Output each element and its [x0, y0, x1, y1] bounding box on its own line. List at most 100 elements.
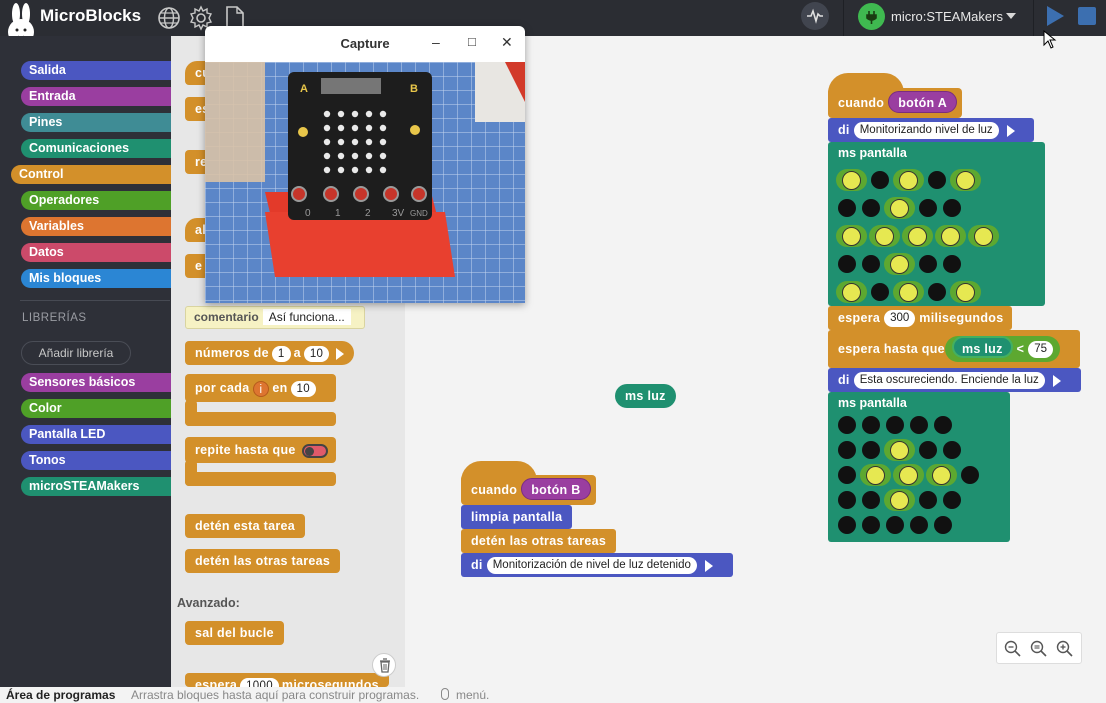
led-off[interactable]	[917, 253, 939, 275]
led-on[interactable]	[893, 464, 924, 486]
category-pines[interactable]: Pines	[21, 113, 171, 132]
palette-numbers-block[interactable]: números de 1 a 10	[185, 341, 355, 365]
wait-ms-block[interactable]: espera 300 milisegundos	[828, 306, 1012, 330]
button-a-reporter[interactable]: botón A	[888, 91, 958, 113]
threshold-field[interactable]: 75	[1028, 341, 1054, 359]
led-off[interactable]	[836, 414, 858, 436]
category-control[interactable]: Control	[11, 165, 171, 184]
close-icon[interactable]: ✕	[501, 34, 513, 51]
say-text-field[interactable]: Esta oscureciendo. Enciende la luz	[853, 372, 1045, 390]
category-mis-bloques[interactable]: Mis bloques	[21, 269, 171, 288]
palette-comment-block[interactable]: comentario Así funciona...	[185, 306, 365, 329]
say-block[interactable]: di Esta oscureciendo. Enciende la luz	[828, 368, 1081, 392]
stop-others-block[interactable]: detén las otras tareas	[461, 529, 617, 553]
led-on[interactable]	[884, 197, 915, 219]
led-on[interactable]	[893, 169, 924, 191]
category-salida[interactable]: Salida	[21, 61, 171, 80]
clear-display-block[interactable]: limpia pantalla	[461, 505, 573, 529]
light-reporter-loose[interactable]: ms luz	[615, 384, 676, 408]
led-off[interactable]	[836, 514, 858, 536]
led-on[interactable]	[950, 169, 981, 191]
led-off[interactable]	[869, 169, 891, 191]
led-on[interactable]	[968, 225, 999, 247]
led-off[interactable]	[908, 414, 930, 436]
led-off[interactable]	[959, 464, 981, 486]
led-off[interactable]	[941, 253, 963, 275]
zoom-reset-icon[interactable]	[1030, 640, 1048, 658]
led-on[interactable]	[836, 169, 867, 191]
expand-arrow-icon[interactable]	[1052, 374, 1061, 387]
led-off[interactable]	[884, 514, 906, 536]
expand-arrow-icon[interactable]	[1006, 124, 1015, 137]
say-text-field[interactable]: Monitorizando nivel de luz	[853, 122, 999, 140]
chevron-down-icon[interactable]	[1006, 13, 1016, 19]
palette-for-each-block[interactable]: por cada i en 10	[185, 374, 336, 402]
button-b-reporter[interactable]: botón B	[521, 478, 591, 500]
led-on[interactable]	[836, 281, 867, 303]
led-off[interactable]	[932, 514, 954, 536]
led-off[interactable]	[941, 489, 963, 511]
led-on[interactable]	[869, 225, 900, 247]
led-off[interactable]	[941, 197, 963, 219]
category-comunicaciones[interactable]: Comunicaciones	[21, 139, 171, 158]
boolean-toggle[interactable]	[302, 443, 329, 458]
library-microsteamakers[interactable]: microSTEAMakers	[21, 477, 171, 496]
led-off[interactable]	[884, 414, 906, 436]
led-on[interactable]	[884, 489, 915, 511]
graph-button[interactable]	[801, 2, 829, 30]
device-name[interactable]: micro:STEAMakers	[891, 9, 1003, 24]
palette-repeat-until-block[interactable]: repite hasta que	[185, 437, 336, 463]
library-sensores-basicos[interactable]: Sensores básicos	[21, 373, 171, 392]
led-on[interactable]	[884, 253, 915, 275]
add-library-button[interactable]: Añadir librería	[21, 341, 131, 365]
for-each-value-field[interactable]: 10	[290, 380, 316, 397]
led-on[interactable]	[935, 225, 966, 247]
compare-operator-block[interactable]: ms luz <75	[944, 336, 1061, 362]
led-on[interactable]	[950, 281, 981, 303]
display-block[interactable]: ms pantalla	[828, 142, 1045, 306]
globe-icon[interactable]	[156, 5, 182, 31]
when-button-a-hat[interactable]: cuando botón A	[828, 88, 962, 118]
capture-window[interactable]: Capture – □ ✕ A B 0 1 2 3V GND	[205, 26, 525, 303]
led-off[interactable]	[860, 489, 882, 511]
category-variables[interactable]: Variables	[21, 217, 171, 236]
led-off[interactable]	[941, 439, 963, 461]
play-icon[interactable]	[1047, 6, 1064, 26]
for-each-var[interactable]: i	[252, 380, 270, 397]
stop-icon[interactable]	[1078, 7, 1096, 25]
led-off[interactable]	[917, 197, 939, 219]
library-color[interactable]: Color	[21, 399, 171, 418]
wait-value-field[interactable]: 300	[884, 310, 916, 328]
led-off[interactable]	[860, 414, 882, 436]
led-off[interactable]	[917, 489, 939, 511]
led-on[interactable]	[902, 225, 933, 247]
say-block[interactable]: di Monitorización de nivel de luz detenid…	[461, 553, 733, 577]
when-button-b-hat[interactable]: cuando botón B	[461, 475, 596, 505]
expand-arrow-icon[interactable]	[704, 559, 713, 572]
led-off[interactable]	[836, 253, 858, 275]
led-off[interactable]	[836, 489, 858, 511]
category-entrada[interactable]: Entrada	[21, 87, 171, 106]
wait-until-block[interactable]: espera hasta que ms luz <75	[828, 330, 1080, 368]
led-off[interactable]	[836, 197, 858, 219]
device-connected-button[interactable]	[858, 3, 885, 30]
trash-icon[interactable]	[372, 653, 396, 677]
led-off[interactable]	[860, 197, 882, 219]
display-block[interactable]: ms pantalla	[828, 392, 1010, 542]
library-pantalla-led[interactable]: Pantalla LED	[21, 425, 171, 444]
expand-arrow-icon[interactable]	[336, 347, 345, 360]
led-off[interactable]	[860, 253, 882, 275]
led-off[interactable]	[869, 281, 891, 303]
maximize-icon[interactable]: □	[468, 34, 476, 49]
palette-stop-others-block[interactable]: detén las otras tareas	[185, 549, 341, 573]
led-off[interactable]	[860, 514, 882, 536]
led-on[interactable]	[893, 281, 924, 303]
led-off[interactable]	[908, 514, 930, 536]
led-on[interactable]	[884, 439, 915, 461]
led-on[interactable]	[926, 464, 957, 486]
zoom-out-icon[interactable]	[1004, 640, 1022, 658]
palette-stop-this-block[interactable]: detén esta tarea	[185, 514, 305, 538]
minimize-icon[interactable]: –	[432, 34, 440, 50]
numbers-from-field[interactable]: 1	[271, 345, 291, 362]
led-off[interactable]	[860, 439, 882, 461]
